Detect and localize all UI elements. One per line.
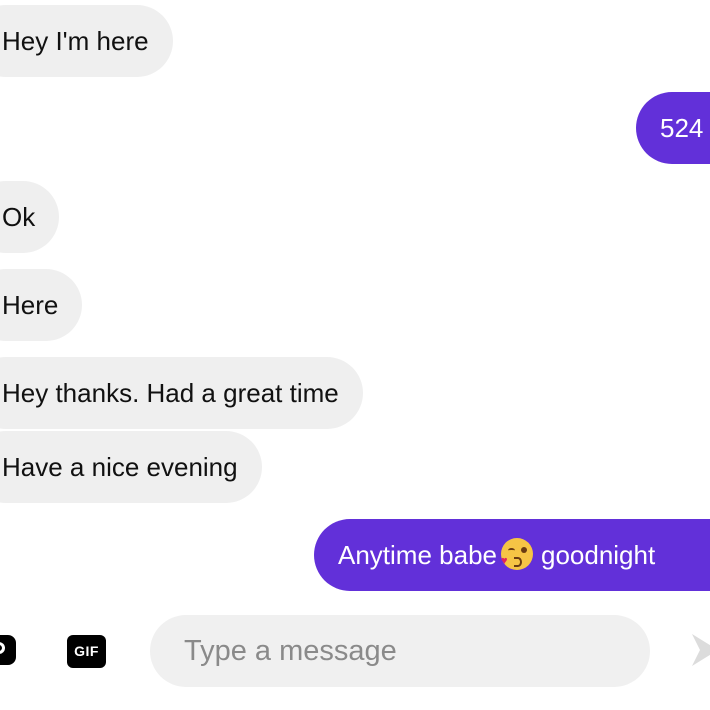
gif-button[interactable]: GIF (67, 635, 106, 668)
chat-screen: Hey I'm here 524 Ok Here Hey thanks. Had… (0, 0, 710, 710)
message-text: 524 (660, 113, 704, 143)
message-bubble-outgoing[interactable]: 524 (636, 92, 710, 164)
face-blowing-kiss-icon: ♥ (500, 538, 533, 570)
message-text-after-emoji: goodnight (540, 540, 656, 570)
message-bubble-incoming[interactable]: Here (0, 269, 83, 341)
message-text: Hey thanks. Had a great time (2, 378, 339, 408)
message-bubble-outgoing[interactable]: Anytime babe ♥ goodnight (314, 519, 710, 591)
camera-icon[interactable] (0, 635, 16, 665)
gif-label: GIF (74, 643, 99, 659)
message-bubble-incoming[interactable]: Have a nice evening (0, 431, 262, 503)
message-text: Hey I'm here (2, 26, 149, 56)
message-input[interactable] (150, 615, 650, 687)
message-text: Have a nice evening (2, 452, 238, 482)
send-icon[interactable] (690, 630, 710, 670)
message-text: Here (2, 290, 59, 320)
message-bubble-incoming[interactable]: Hey I'm here (0, 5, 173, 77)
message-text-before-emoji: Anytime babe (338, 540, 497, 570)
message-bubble-incoming[interactable]: Hey thanks. Had a great time (0, 357, 363, 429)
message-text: Ok (2, 202, 36, 232)
message-bubble-incoming[interactable]: Ok (0, 181, 60, 253)
camera-lens (0, 642, 5, 654)
